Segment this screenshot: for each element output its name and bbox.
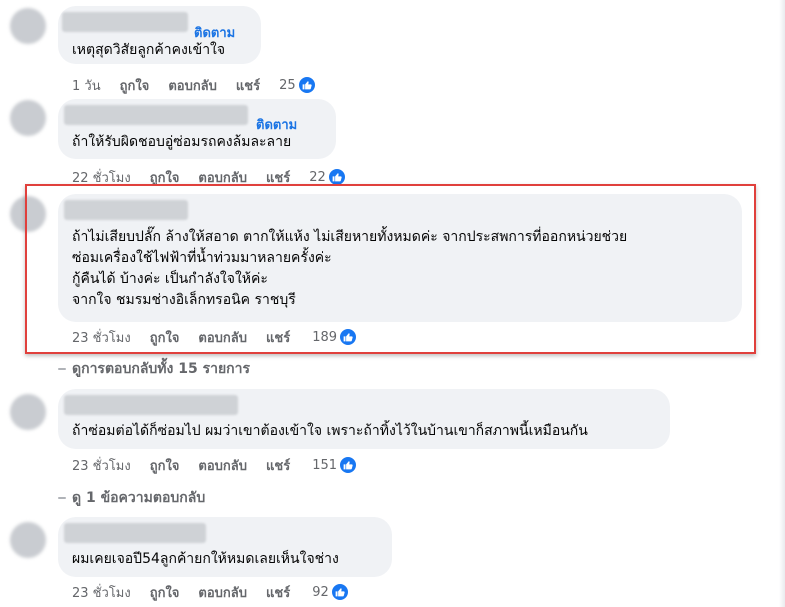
- comment-actions: 23 ชั่วโมง ถูกใจ ตอบกลับ แชร์ 189: [72, 327, 358, 348]
- reaction-count-value: 25: [279, 77, 296, 93]
- avatar[interactable]: [10, 100, 46, 136]
- share-button[interactable]: แชร์: [266, 167, 290, 188]
- comment-actions: 23 ชั่วโมง ถูกใจ ตอบกลับ แชร์ 92: [72, 582, 349, 602]
- thumbs-up-icon: [339, 328, 358, 346]
- view-replies-link[interactable]: ดู 1 ข้อความตอบกลับ: [58, 487, 205, 509]
- comment-time[interactable]: 22 ชั่วโมง: [72, 167, 131, 188]
- reply-button[interactable]: ตอบกลับ: [198, 582, 247, 603]
- comment-text-line: จากใจ ชมรมช่างอิเล็กทรอนิค ราชบุรี: [72, 292, 296, 308]
- commenter-name-redacted[interactable]: [64, 105, 248, 125]
- comment-actions: 22 ชั่วโมง ถูกใจ ตอบกลับ แชร์ 22: [72, 167, 346, 187]
- comment-text: เหตุสุดวิสัยลูกค้าคงเข้าใจ: [72, 42, 226, 58]
- share-button[interactable]: แชร์: [236, 75, 260, 96]
- comment-text: ผมเคยเจอปี54ลูกค้ายกให้หมดเลยเห็นใจช่าง: [72, 551, 339, 567]
- comment-text: ถ้าซ่อมต่อได้ก็ซ่อมไป ผมว่าเขาต้องเข้าใจ…: [72, 423, 588, 439]
- thumbs-up-icon: [339, 456, 358, 474]
- view-replies-label: ดู 1 ข้อความตอบกลับ: [72, 490, 206, 506]
- comment-bubble: ผมเคยเจอปี54ลูกค้ายกให้หมดเลยเห็นใจช่าง: [58, 517, 392, 577]
- comment-time[interactable]: 23 ชั่วโมง: [72, 455, 131, 476]
- reply-button[interactable]: ตอบกลับ: [198, 327, 247, 348]
- like-button[interactable]: ถูกใจ: [120, 75, 150, 96]
- share-button[interactable]: แชร์: [266, 455, 290, 476]
- thumbs-up-icon: [327, 168, 346, 186]
- avatar[interactable]: [10, 8, 46, 44]
- thumbs-up-icon: [330, 583, 349, 601]
- comment-actions: 1 วัน ถูกใจ ตอบกลับ แชร์ 25: [72, 75, 316, 95]
- reaction-count[interactable]: 25: [279, 76, 316, 94]
- avatar[interactable]: [10, 196, 46, 232]
- avatar[interactable]: [10, 394, 46, 430]
- reply-button[interactable]: ตอบกลับ: [168, 75, 217, 96]
- commenter-name-redacted[interactable]: [64, 200, 188, 220]
- reaction-count[interactable]: 189: [312, 328, 358, 346]
- reaction-count[interactable]: 151: [312, 456, 358, 474]
- reply-line-icon: [58, 497, 66, 499]
- page-edge: [779, 0, 785, 607]
- avatar[interactable]: [10, 522, 46, 558]
- like-button[interactable]: ถูกใจ: [150, 167, 180, 188]
- like-button[interactable]: ถูกใจ: [150, 327, 180, 348]
- commenter-name-redacted[interactable]: [62, 12, 188, 32]
- share-button[interactable]: แชร์: [266, 582, 290, 603]
- comment-text-line: กู้คืนได้ บ้างค่ะ เป็นกำลังใจให้ค่ะ: [72, 271, 268, 287]
- comment-time[interactable]: 23 ชั่วโมง: [72, 582, 131, 603]
- reaction-count-value: 151: [312, 457, 338, 473]
- comment-bubble: ถ้าซ่อมต่อได้ก็ซ่อมไป ผมว่าเขาต้องเข้าใจ…: [58, 389, 670, 449]
- comment-time[interactable]: 1 วัน: [72, 75, 101, 96]
- like-button[interactable]: ถูกใจ: [150, 455, 180, 476]
- commenter-name-redacted[interactable]: [64, 395, 238, 415]
- view-replies-label: ดูการตอบกลับทั้ง 15 รายการ: [72, 361, 251, 377]
- reply-line-icon: [58, 368, 66, 370]
- comment-actions: 23 ชั่วโมง ถูกใจ ตอบกลับ แชร์ 151: [72, 455, 358, 476]
- commenter-name-redacted[interactable]: [64, 523, 206, 543]
- view-replies-link[interactable]: ดูการตอบกลับทั้ง 15 รายการ: [58, 358, 250, 380]
- reaction-count-value: 92: [312, 584, 329, 600]
- reaction-count[interactable]: 92: [312, 583, 349, 601]
- comment-bubble: ติดตาม ถ้าให้รับผิดชอบอู่ซ่อมรถคงล้มละลา…: [58, 99, 336, 159]
- like-button[interactable]: ถูกใจ: [150, 582, 180, 603]
- comment-text-line: ถ้าไม่เสียบปลั๊ก ล้างให้สอาด ตากให้แห้ง …: [72, 229, 628, 245]
- reaction-count-value: 189: [312, 329, 338, 345]
- reply-button[interactable]: ตอบกลับ: [198, 167, 247, 188]
- reaction-count-value: 22: [309, 169, 326, 185]
- comment-bubble: ถ้าไม่เสียบปลั๊ก ล้างให้สอาด ตากให้แห้ง …: [58, 194, 742, 322]
- comment-text: ถ้าให้รับผิดชอบอู่ซ่อมรถคงล้มละลาย: [72, 134, 292, 150]
- thumbs-up-icon: [297, 76, 316, 94]
- comment-time[interactable]: 23 ชั่วโมง: [72, 327, 131, 348]
- comment-bubble: ติดตาม เหตุสุดวิสัยลูกค้าคงเข้าใจ: [58, 6, 261, 64]
- reaction-count[interactable]: 22: [309, 168, 346, 186]
- share-button[interactable]: แชร์: [266, 327, 290, 348]
- comment-text-line: ซ่อมเครื่องใช้ไฟฟ้าที่น้ำท่วมมาหลายครั้ง…: [72, 250, 332, 266]
- reply-button[interactable]: ตอบกลับ: [198, 455, 247, 476]
